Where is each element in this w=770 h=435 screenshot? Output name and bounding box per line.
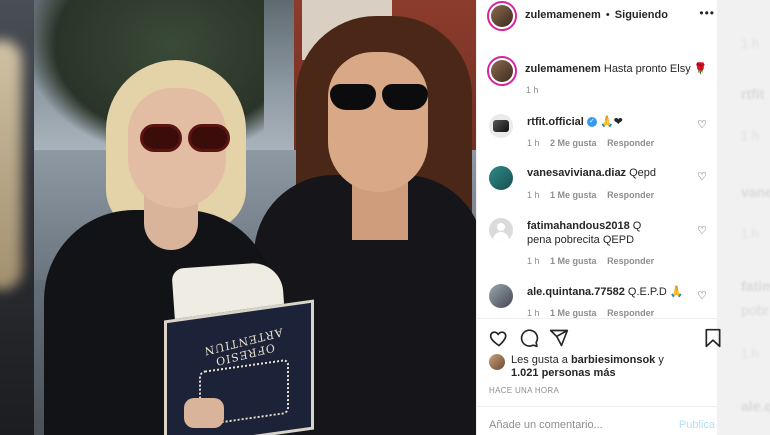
comment-icon[interactable]	[519, 328, 539, 348]
comment-text: Q.E.P.D 🙏	[627, 286, 684, 298]
likes-others[interactable]: 1.021 personas más	[511, 367, 616, 379]
reply-button[interactable]: Responder	[607, 308, 654, 318]
likes-conj: y	[658, 354, 664, 366]
ghost-text: pobr	[741, 302, 770, 318]
ghost-text: 1 h	[741, 226, 760, 241]
avatar[interactable]	[487, 1, 517, 31]
comment-username[interactable]: rtfit.official	[527, 116, 584, 128]
publish-button[interactable]: Publica	[679, 419, 715, 431]
ghost-text: ale.q	[741, 398, 770, 414]
comment-item: fatimahandous2018 Q pena pobrecita QEPD …	[477, 216, 717, 272]
comment-like-icon[interactable]: ♡	[697, 289, 707, 302]
avatar[interactable]	[489, 354, 505, 370]
author-username[interactable]: zulemamenem	[525, 9, 601, 21]
woman-left-sunglasses	[140, 124, 234, 154]
comment-like-icon[interactable]: ♡	[697, 118, 707, 131]
avatar[interactable]	[487, 56, 517, 86]
comment-likes[interactable]: 1 Me gusta	[550, 256, 597, 266]
woman-right-face	[328, 52, 428, 192]
likes-user[interactable]: barbiesimonsok	[571, 354, 655, 366]
comment-meta: 1 h 2 Me gusta Responder	[527, 138, 662, 148]
comment-username[interactable]: fatimahandous2018	[527, 220, 630, 232]
likes-prefix: Les gusta a	[511, 354, 568, 366]
comment-line: vanesaviviana.diaz Qepd	[527, 167, 656, 179]
caption-username[interactable]: zulemamenem	[525, 63, 601, 75]
comment-likes[interactable]: 2 Me gusta	[550, 138, 597, 148]
share-icon[interactable]	[549, 328, 569, 348]
bookmark-icon[interactable]	[703, 328, 723, 348]
divider	[477, 318, 717, 319]
rose-emoji: 🌹	[693, 63, 708, 75]
ghost-text: vanes	[741, 184, 770, 200]
ghost-text: 1 h	[741, 346, 760, 361]
comment-time[interactable]: 1 h	[527, 308, 540, 318]
blurred-background-right: 1 h rtfit 1 h vanes 1 h fatim pobr 1 h a…	[717, 0, 770, 435]
comment-like-icon[interactable]: ♡	[697, 170, 707, 183]
blurred-hair	[0, 40, 22, 290]
caption-line: zulemamenem Hasta pronto Elsy 🌹	[525, 62, 707, 75]
caption-text: Hasta pronto Elsy	[603, 63, 691, 75]
likes-text: Les gusta a barbiesimonsok y 1.021 perso…	[511, 354, 711, 380]
comment-meta: 1 h 1 Me gusta Responder	[527, 190, 662, 200]
comment-line: rtfit.official ✓ 🙏❤	[527, 115, 623, 128]
avatar[interactable]	[489, 284, 513, 308]
avatar[interactable]	[489, 166, 513, 190]
header-user-line: zulemamenem • Siguiendo	[525, 9, 668, 21]
comment-likes[interactable]: 1 Me gusta	[550, 190, 597, 200]
following-button[interactable]: Siguiendo	[615, 9, 668, 21]
comment-text: 🙏❤	[599, 116, 623, 128]
comment-time[interactable]: 1 h	[527, 256, 540, 266]
ghost-text: rtfit	[741, 86, 765, 102]
avatar[interactable]	[489, 114, 513, 138]
post-photo[interactable]: OFRESIO ARTENTIUN	[34, 0, 476, 435]
likes-summary: Les gusta a barbiesimonsok y 1.021 perso…	[477, 352, 717, 382]
avatar[interactable]	[489, 218, 513, 242]
comment-item: ale.quintana.77582 Q.E.P.D 🙏 1 h 1 Me gu…	[477, 282, 717, 318]
separator-dot: •	[605, 9, 610, 21]
comment-item: vanesaviviana.diaz Qepd 1 h 1 Me gusta R…	[477, 164, 717, 204]
comment-meta: 1 h 1 Me gusta Responder	[527, 308, 662, 318]
post-header: zulemamenem • Siguiendo •••	[477, 0, 717, 31]
reply-button[interactable]: Responder	[607, 256, 654, 266]
comment-time[interactable]: 1 h	[527, 190, 540, 200]
comment-like-icon[interactable]: ♡	[697, 224, 707, 237]
ghost-text: 1 h	[741, 36, 760, 51]
comment-likes[interactable]: 1 Me gusta	[550, 308, 597, 318]
comment-username[interactable]: vanesaviviana.diaz	[527, 167, 626, 179]
post-side-panel: zulemamenem • Siguiendo ••• zulemamenem …	[476, 0, 721, 435]
comment-input[interactable]: Añade un comentario...	[489, 419, 603, 431]
post-caption: zulemamenem Hasta pronto Elsy 🌹 1 h	[477, 56, 717, 96]
heart-icon[interactable]	[489, 328, 509, 348]
ghost-text: 1 h	[741, 128, 760, 143]
ghost-text: fatim	[741, 278, 770, 294]
divider	[477, 406, 717, 407]
comment-meta: 1 h 1 Me gusta Responder	[527, 256, 662, 266]
comment-line: fatimahandous2018 Q pena pobrecita QEPD	[527, 219, 657, 247]
reply-button[interactable]: Responder	[607, 190, 654, 200]
caption-time[interactable]: 1 h	[526, 85, 539, 95]
more-options-icon[interactable]: •••	[699, 6, 715, 20]
comment-username[interactable]: ale.quintana.77582	[527, 286, 625, 298]
verified-icon: ✓	[586, 117, 597, 128]
hand	[184, 398, 224, 428]
post-timestamp[interactable]: HACE UNA HORA	[489, 386, 559, 395]
blurred-background-left	[0, 0, 34, 435]
reply-button[interactable]: Responder	[607, 138, 654, 148]
comment-text: Qepd	[629, 167, 657, 179]
woman-right-sunglasses	[330, 84, 430, 114]
comment-item: rtfit.official ✓ 🙏❤ 1 h 2 Me gusta Respo…	[477, 112, 717, 152]
comment-time[interactable]: 1 h	[527, 138, 540, 148]
comment-line: ale.quintana.77582 Q.E.P.D 🙏	[527, 285, 684, 298]
action-bar	[477, 326, 721, 352]
